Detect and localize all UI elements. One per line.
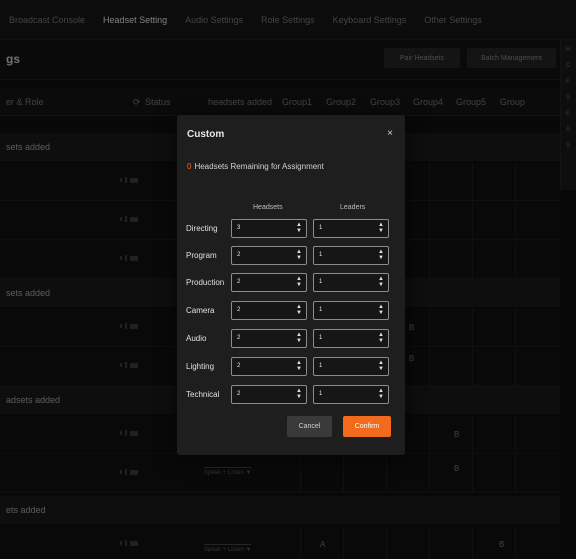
headsets-stepper[interactable]: 2 ▲ ▼ [231, 329, 307, 348]
stepper-value: 2 [237, 335, 241, 341]
stepper-value: 1 [319, 225, 323, 231]
stepper-arrows-icon[interactable]: ▲ ▼ [378, 360, 384, 372]
stepper-value: 1 [319, 307, 323, 313]
role-row-lighting: Lighting 2 ▲ ▼ 1 ▲ ▼ [177, 357, 405, 377]
role-label: Camera [186, 306, 215, 315]
remaining-text: Headsets Remaining for Assignment [194, 162, 324, 171]
role-label: Directing [186, 224, 218, 233]
leaders-stepper[interactable]: 1 ▲ ▼ [313, 301, 389, 320]
stepper-value: 2 [237, 307, 241, 313]
leaders-stepper[interactable]: 1 ▲ ▼ [313, 219, 389, 238]
leaders-column-label: Leaders [340, 204, 366, 211]
role-label: Production [186, 278, 225, 287]
stepper-arrows-icon[interactable]: ▲ ▼ [378, 276, 384, 288]
remaining-headsets-notice: 0 Headsets Remaining for Assignment [187, 162, 324, 171]
leaders-stepper[interactable]: 1 ▲ ▼ [313, 273, 389, 292]
headsets-column-label: Headsets [253, 204, 283, 211]
role-label: Audio [186, 334, 207, 343]
headsets-stepper[interactable]: 3 ▲ ▼ [231, 219, 307, 238]
dialog-title: Custom [187, 129, 225, 140]
stepper-arrows-icon[interactable]: ▲ ▼ [296, 276, 302, 288]
headsets-stepper[interactable]: 2 ▲ ▼ [231, 301, 307, 320]
close-icon[interactable]: × [387, 128, 393, 139]
stepper-value: 1 [319, 391, 323, 397]
leaders-stepper[interactable]: 1 ▲ ▼ [313, 329, 389, 348]
stepper-arrows-icon[interactable]: ▲ ▼ [378, 249, 384, 261]
stepper-arrows-icon[interactable]: ▲ ▼ [378, 304, 384, 316]
stepper-arrows-icon[interactable]: ▲ ▼ [296, 304, 302, 316]
role-row-program: Program 2 ▲ ▼ 1 ▲ ▼ [177, 246, 405, 266]
stepper-arrows-icon[interactable]: ▲ ▼ [378, 332, 384, 344]
headsets-stepper[interactable]: 2 ▲ ▼ [231, 385, 307, 404]
leaders-stepper[interactable]: 1 ▲ ▼ [313, 357, 389, 376]
role-row-audio: Audio 2 ▲ ▼ 1 ▲ ▼ [177, 329, 405, 349]
role-row-technical: Technical 2 ▲ ▼ 1 ▲ ▼ [177, 385, 405, 405]
remaining-count: 0 [187, 162, 192, 171]
stepper-value: 2 [237, 252, 241, 258]
stepper-arrows-icon[interactable]: ▲ ▼ [296, 332, 302, 344]
leaders-stepper[interactable]: 1 ▲ ▼ [313, 246, 389, 265]
leaders-stepper[interactable]: 1 ▲ ▼ [313, 385, 389, 404]
confirm-button[interactable]: Confirm [343, 416, 391, 437]
headsets-stepper[interactable]: 2 ▲ ▼ [231, 357, 307, 376]
role-row-camera: Camera 2 ▲ ▼ 1 ▲ ▼ [177, 301, 405, 321]
headsets-stepper[interactable]: 2 ▲ ▼ [231, 246, 307, 265]
role-label: Lighting [186, 362, 215, 371]
stepper-value: 1 [319, 279, 323, 285]
role-label: Program [186, 251, 217, 260]
stepper-arrows-icon[interactable]: ▲ ▼ [296, 388, 302, 400]
stepper-arrows-icon[interactable]: ▲ ▼ [378, 222, 384, 234]
role-row-production: Production 2 ▲ ▼ 1 ▲ ▼ [177, 273, 405, 293]
stepper-value: 2 [237, 279, 241, 285]
stepper-arrows-icon[interactable]: ▲ ▼ [378, 388, 384, 400]
stepper-value: 2 [237, 391, 241, 397]
headsets-stepper[interactable]: 2 ▲ ▼ [231, 273, 307, 292]
stepper-value: 3 [237, 225, 241, 231]
stepper-value: 1 [319, 335, 323, 341]
stepper-arrows-icon[interactable]: ▲ ▼ [296, 249, 302, 261]
cancel-button[interactable]: Cancel [287, 416, 332, 437]
role-row-directing: Directing 3 ▲ ▼ 1 ▲ ▼ [177, 219, 405, 239]
stepper-value: 1 [319, 363, 323, 369]
stepper-arrows-icon[interactable]: ▲ ▼ [296, 360, 302, 372]
role-label: Technical [186, 390, 220, 399]
stepper-arrows-icon[interactable]: ▲ ▼ [296, 222, 302, 234]
custom-dialog: Custom × 0 Headsets Remaining for Assignm… [177, 115, 405, 455]
stepper-value: 2 [237, 363, 241, 369]
stepper-value: 1 [319, 252, 323, 258]
